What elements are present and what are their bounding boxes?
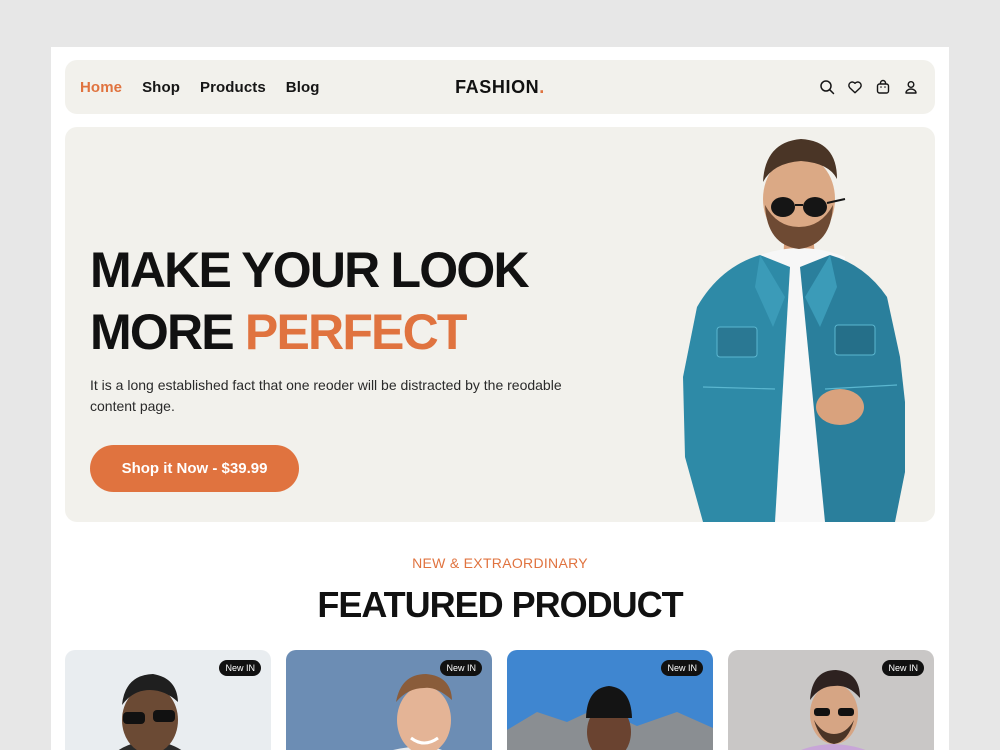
hero-title-line-1: MAKE YOUR LOOK xyxy=(90,242,530,298)
shop-now-button[interactable]: Shop it Now - $39.99 xyxy=(90,445,299,492)
nav-icons xyxy=(819,60,919,114)
page: Home Shop Products Blog FASHION. MAKE YO… xyxy=(51,47,949,750)
hero-model-image xyxy=(683,139,905,522)
logo-dot: . xyxy=(539,77,545,97)
product-card[interactable]: New IN xyxy=(65,650,271,750)
new-in-badge: New IN xyxy=(219,660,261,676)
top-nav: Home Shop Products Blog FASHION. xyxy=(65,60,935,114)
logo-text: FASHION xyxy=(455,77,540,97)
nav-link-blog[interactable]: Blog xyxy=(286,79,320,96)
hero-title-line-2-plain: MORE xyxy=(90,304,235,360)
nav-links: Home Shop Products Blog xyxy=(80,60,320,114)
product-grid: New IN New IN New IN New IN xyxy=(65,650,935,750)
nav-link-products[interactable]: Products xyxy=(200,79,266,96)
featured-eyebrow: NEW & EXTRAORDINARY xyxy=(412,555,588,571)
product-card[interactable]: New IN xyxy=(728,650,934,750)
hero-description: It is a long established fact that one r… xyxy=(90,377,562,414)
featured-title: FEATURED PRODUCT xyxy=(317,584,683,625)
nav-link-shop[interactable]: Shop xyxy=(142,79,180,96)
new-in-badge: New IN xyxy=(440,660,482,676)
hero-banner: MAKE YOUR LOOK MORE PERFECT It is a long… xyxy=(65,127,935,522)
nav-link-home[interactable]: Home xyxy=(80,79,122,96)
new-in-badge: New IN xyxy=(882,660,924,676)
product-card[interactable]: New IN xyxy=(286,650,492,750)
search-icon[interactable] xyxy=(819,79,835,95)
user-icon[interactable] xyxy=(903,79,919,95)
product-card[interactable]: New IN xyxy=(507,650,713,750)
new-in-badge: New IN xyxy=(661,660,703,676)
hero-title-line-2-accent: PERFECT xyxy=(244,304,468,360)
hero-title: MAKE YOUR LOOK MORE PERFECT xyxy=(90,239,530,363)
heart-icon[interactable] xyxy=(847,79,863,95)
bag-icon[interactable] xyxy=(875,79,891,95)
